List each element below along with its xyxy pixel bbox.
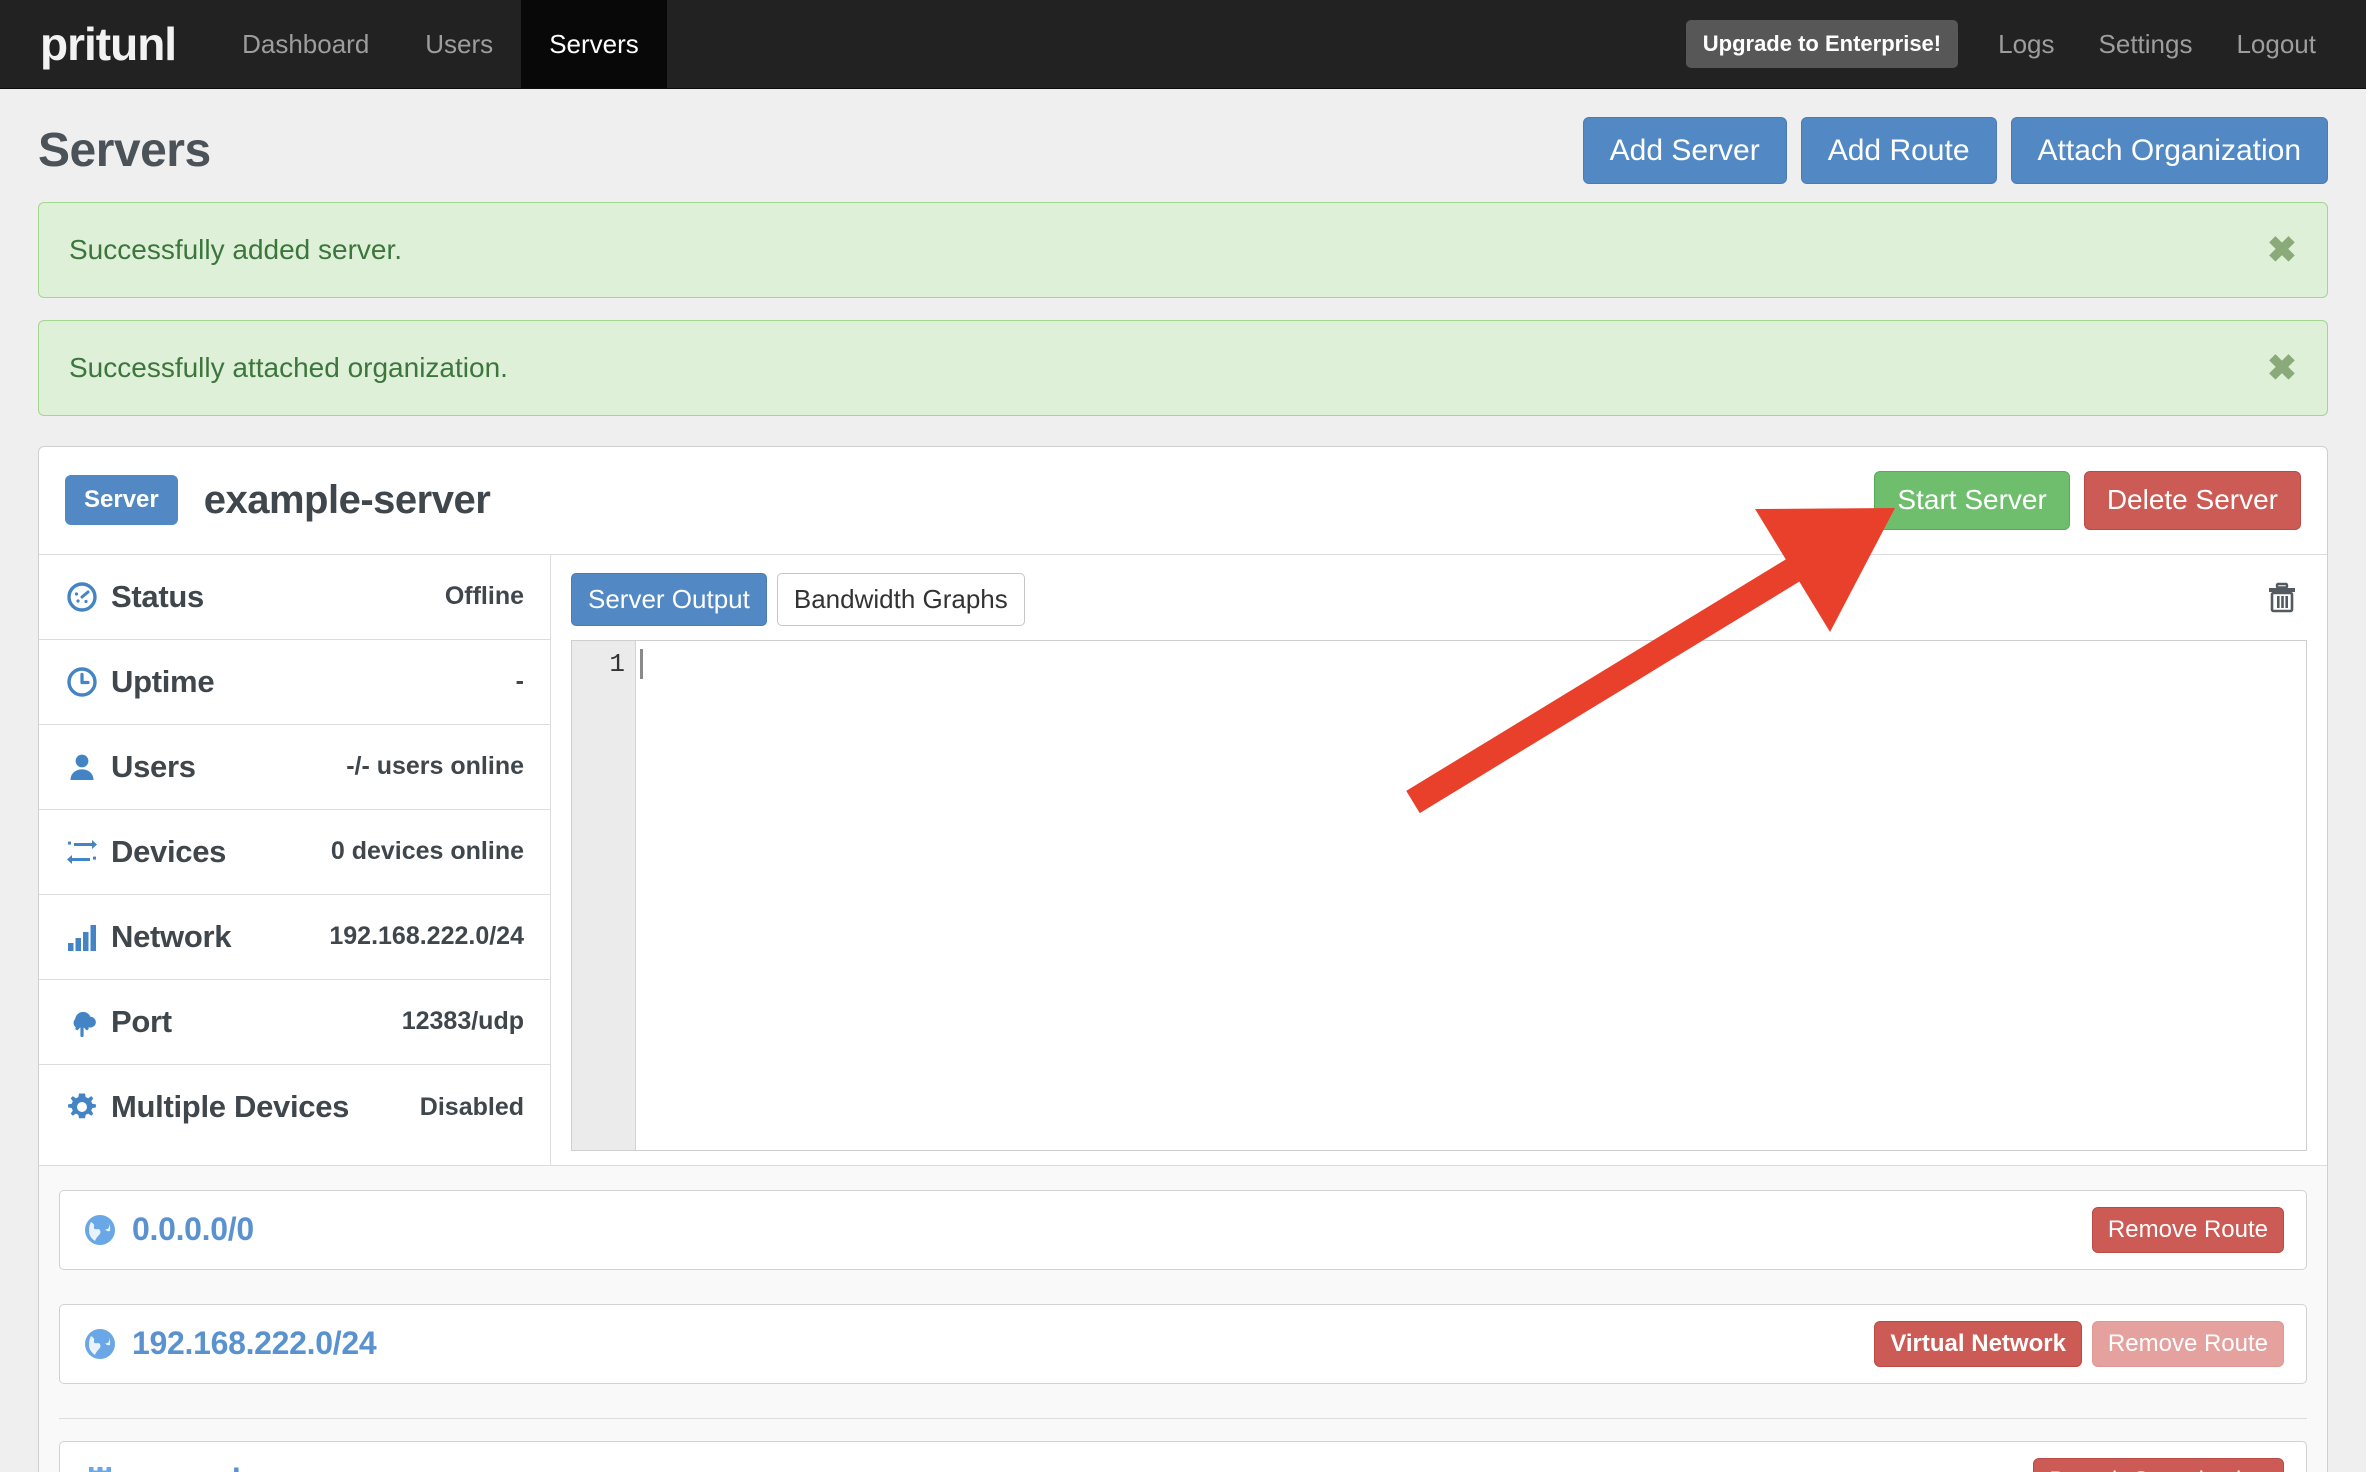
nav-link-logs[interactable]: Logs <box>1976 29 2076 60</box>
alert-message: Successfully added server. <box>69 234 403 265</box>
route-row-virtual: 192.168.222.0/24 Virtual Network Remove … <box>59 1303 2307 1384</box>
route-row-default: 0.0.0.0/0 Remove Route <box>59 1189 2307 1270</box>
organization-name: example-org <box>132 1462 319 1472</box>
nav-link-dashboard[interactable]: Dashboard <box>214 0 397 88</box>
route-network: 192.168.222.0/24 <box>132 1325 377 1362</box>
nav-link-settings[interactable]: Settings <box>2077 29 2215 60</box>
detach-organization-button[interactable]: Detach Organization <box>2033 1457 2284 1472</box>
nav-link-logout[interactable]: Logout <box>2214 29 2338 60</box>
server-card-header: Server example-server Start Server Delet… <box>39 447 2327 555</box>
alert-success-added-server: Successfully added server. ✖ <box>38 202 2328 298</box>
dashboard-icon <box>65 580 99 614</box>
server-card-body: Status Offline Uptime - Users -/- users … <box>39 554 2327 1165</box>
info-label: Uptime <box>111 663 215 699</box>
server-output-terminal[interactable]: 1 <box>571 639 2307 1151</box>
attach-organization-button[interactable]: Attach Organization <box>2010 117 2328 184</box>
alert-success-attached-organization: Successfully attached organization. ✖ <box>38 320 2328 416</box>
alert-list: Successfully added server. ✖ Successfull… <box>0 202 2366 416</box>
page-actions: Add Server Add Route Attach Organization <box>1582 117 2328 184</box>
cloud-upload-icon <box>65 1005 99 1039</box>
server-card-wrapper: Server example-server Start Server Delet… <box>0 438 2366 1472</box>
add-route-button[interactable]: Add Route <box>1800 117 1997 184</box>
gear-icon <box>65 1090 99 1124</box>
output-tabs: Server Output Bandwidth Graphs <box>571 572 2307 626</box>
info-value: 12383/udp <box>401 1007 524 1036</box>
primary-nav: Dashboard Users Servers <box>214 0 667 88</box>
exchange-icon <box>65 835 99 869</box>
server-output-panel: Server Output Bandwidth Graphs 1 <box>551 555 2327 1165</box>
user-icon <box>65 750 99 784</box>
info-row-uptime: Uptime - <box>39 640 550 725</box>
close-icon[interactable]: ✖ <box>2267 350 2297 386</box>
text-caret <box>640 648 643 679</box>
page-header: Servers Add Server Add Route Attach Orga… <box>0 89 2366 202</box>
rook-icon <box>82 1463 118 1472</box>
info-value: Disabled <box>419 1092 524 1121</box>
info-row-devices: Devices 0 devices online <box>39 810 550 895</box>
brand-logo[interactable]: pritunl <box>0 0 214 88</box>
remove-route-button[interactable]: Remove Route <box>2091 1320 2284 1367</box>
close-icon[interactable]: ✖ <box>2267 232 2297 268</box>
globe-icon <box>82 1326 118 1362</box>
nav-link-servers[interactable]: Servers <box>521 0 667 88</box>
info-value: 0 devices online <box>330 837 524 866</box>
routes-section: 0.0.0.0/0 Remove Route 192.168.222.0/24 … <box>39 1164 2327 1472</box>
info-row-network: Network 192.168.222.0/24 <box>39 895 550 980</box>
info-label: Users <box>111 748 196 784</box>
start-server-button[interactable]: Start Server <box>1874 471 2070 530</box>
info-label: Devices <box>111 833 227 869</box>
nav-link-users[interactable]: Users <box>397 0 521 88</box>
route-actions: Remove Route <box>2091 1206 2284 1253</box>
info-value: 192.168.222.0/24 <box>329 922 524 951</box>
info-value: - <box>515 667 524 696</box>
delete-server-button[interactable]: Delete Server <box>2083 471 2301 530</box>
server-info-panel: Status Offline Uptime - Users -/- users … <box>39 554 551 1165</box>
info-label: Multiple Devices <box>111 1089 350 1125</box>
info-label: Port <box>111 1003 172 1039</box>
status-badge: Server <box>65 475 178 526</box>
page-title: Servers <box>38 124 211 177</box>
info-label: Network <box>111 918 232 954</box>
trash-icon <box>2267 582 2297 617</box>
navbar: pritunl Dashboard Users Servers Upgrade … <box>0 0 2366 89</box>
add-server-button[interactable]: Add Server <box>1582 117 1787 184</box>
info-row-port: Port 12383/udp <box>39 980 550 1065</box>
info-row-users: Users -/- users online <box>39 725 550 810</box>
server-card: Server example-server Start Server Delet… <box>38 446 2328 1472</box>
info-row-status: Status Offline <box>39 555 550 640</box>
server-header-actions: Start Server Delete Server <box>1874 471 2301 530</box>
upgrade-to-enterprise-badge[interactable]: Upgrade to Enterprise! <box>1685 20 1959 68</box>
clock-icon <box>65 665 99 699</box>
secondary-nav: Upgrade to Enterprise! Logs Settings Log… <box>1685 0 2366 88</box>
route-network: 0.0.0.0/0 <box>132 1211 254 1248</box>
line-number-gutter: 1 <box>572 640 636 1150</box>
tab-server-output[interactable]: Server Output <box>571 572 767 626</box>
virtual-network-button[interactable]: Virtual Network <box>1874 1320 2082 1367</box>
signal-bars-icon <box>65 920 99 954</box>
organization-row: example-org Detach Organization <box>59 1440 2307 1472</box>
tab-bandwidth-graphs[interactable]: Bandwidth Graphs <box>776 572 1025 626</box>
clear-output-button[interactable] <box>2257 578 2307 621</box>
alert-message: Successfully attached organization. <box>69 352 508 383</box>
server-name: example-server <box>203 477 491 522</box>
info-row-multiple-devices: Multiple Devices Disabled <box>39 1065 550 1150</box>
info-value: Offline <box>444 582 524 611</box>
remove-route-button[interactable]: Remove Route <box>2091 1206 2284 1253</box>
terminal-content[interactable] <box>636 641 2306 1150</box>
globe-icon <box>82 1212 118 1248</box>
info-value: -/- users online <box>346 752 524 781</box>
organization-actions: Detach Organization <box>2033 1457 2284 1472</box>
info-label: Status <box>111 578 204 614</box>
route-actions: Virtual Network Remove Route <box>1874 1320 2284 1367</box>
section-divider <box>59 1417 2307 1419</box>
